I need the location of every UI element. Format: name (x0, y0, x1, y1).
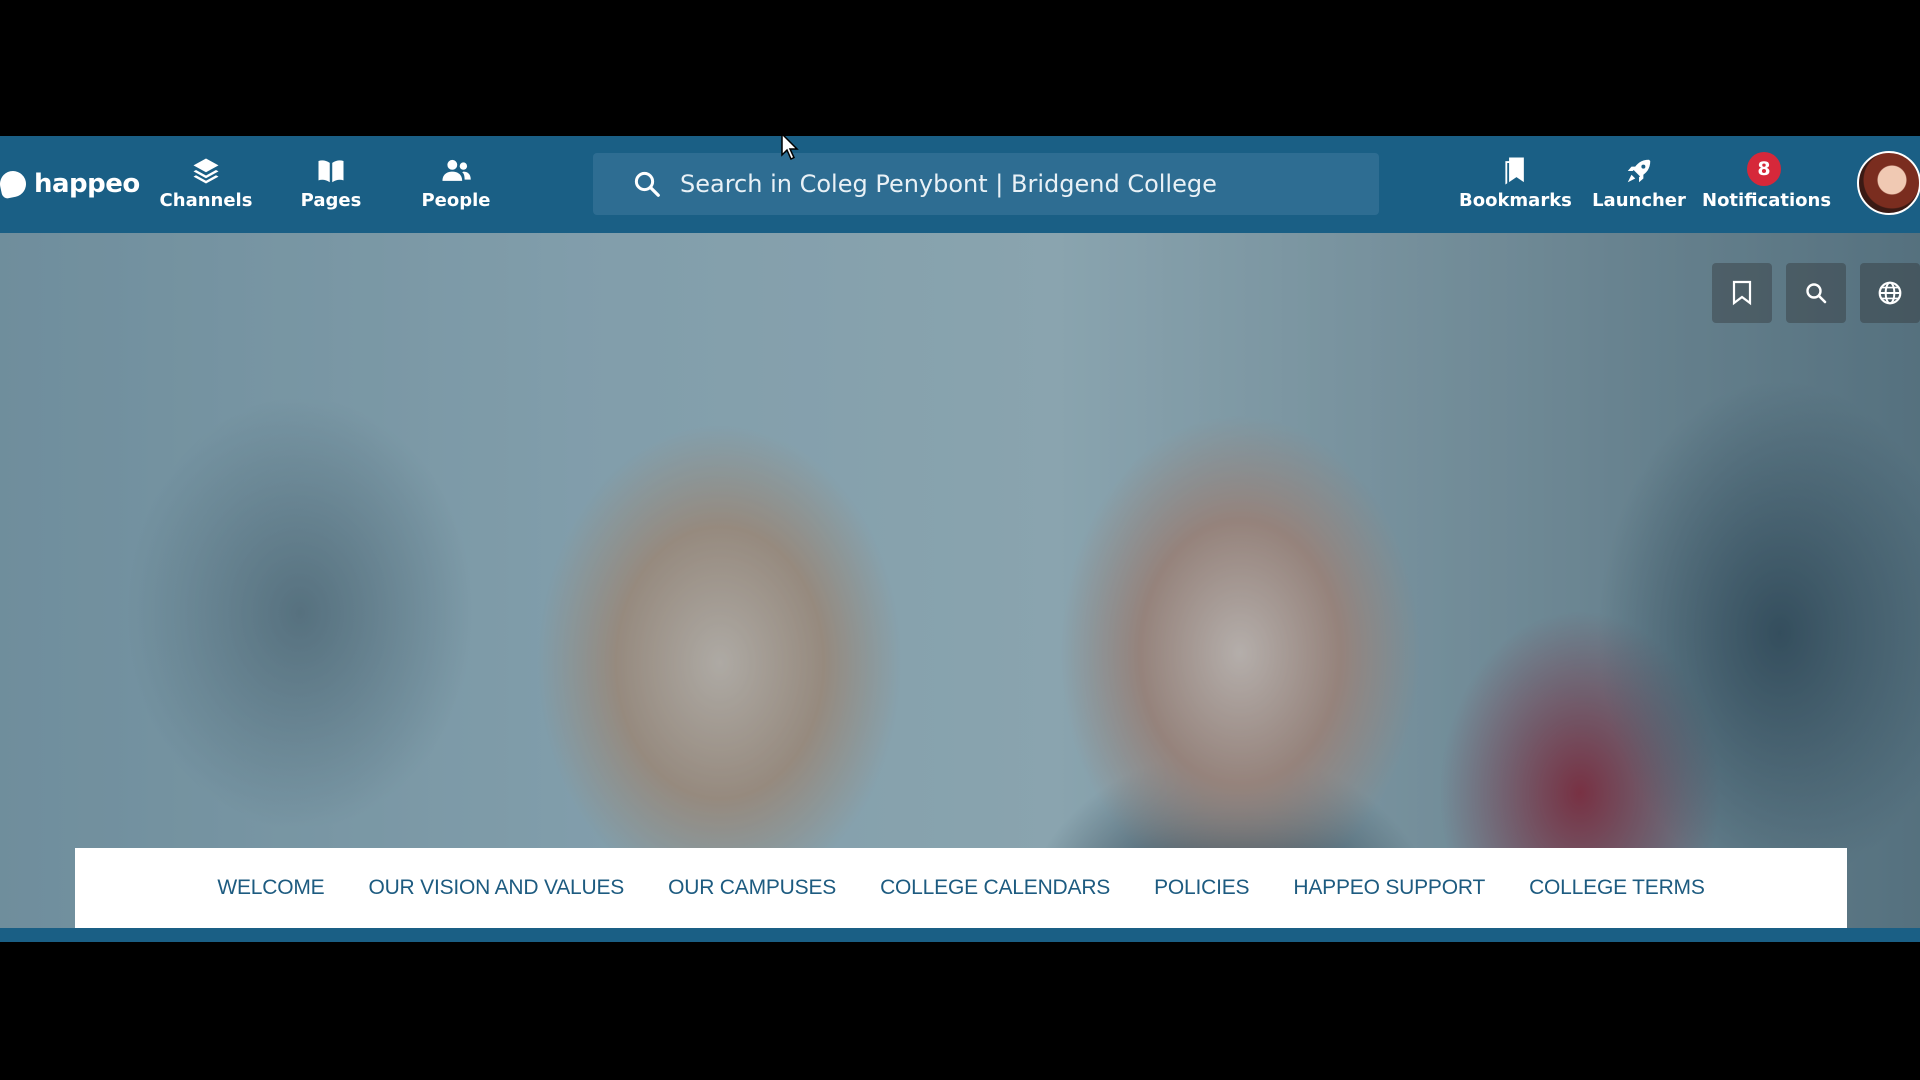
global-search[interactable] (593, 153, 1379, 215)
bookmark-icon (1732, 280, 1752, 306)
page-sub-navigation: WELCOME OUR VISION AND VALUES OUR CAMPUS… (75, 848, 1847, 928)
notifications-icon-area: 8 (1702, 152, 1826, 188)
search-icon (1806, 283, 1827, 304)
top-navigation-bar: happeo Channels Pages People Search in C… (0, 136, 1920, 233)
user-avatar[interactable] (1857, 151, 1920, 215)
hero-banner-image (0, 233, 1920, 930)
logo-text: happeo (34, 169, 140, 199)
bookmark-page-button[interactable] (1712, 263, 1772, 323)
nav-people[interactable]: People (401, 154, 511, 218)
search-input[interactable] (678, 163, 1379, 205)
submenu-our-vision-and-values[interactable]: OUR VISION AND VALUES (346, 876, 646, 900)
notifications-count-badge: 8 (1747, 152, 1781, 186)
submenu-happeo-support[interactable]: HAPPEO SUPPORT (1271, 876, 1507, 900)
nav-bookmarks-label: Bookmarks (1459, 190, 1572, 211)
nav-people-label: People (421, 190, 491, 211)
submenu-college-calendars[interactable]: COLLEGE CALENDARS (858, 876, 1132, 900)
happeo-logo-mark-icon (0, 168, 29, 200)
nav-notifications[interactable]: 8 Notifications (1702, 152, 1832, 218)
language-button[interactable] (1860, 263, 1920, 323)
happeo-logo[interactable]: happeo (0, 164, 140, 204)
nav-bookmarks[interactable]: Bookmarks (1459, 154, 1572, 218)
nav-channels-label: Channels (159, 190, 253, 211)
nav-notifications-label: Notifications (1702, 190, 1832, 211)
submenu-college-terms[interactable]: COLLEGE TERMS (1507, 876, 1727, 900)
submenu-our-campuses[interactable]: OUR CAMPUSES (646, 876, 858, 900)
globe-icon (1878, 281, 1902, 305)
nav-channels[interactable]: Channels (151, 154, 261, 218)
nav-pages-label: Pages (300, 190, 362, 211)
open-book-icon (276, 154, 386, 188)
submenu-welcome[interactable]: WELCOME (195, 876, 346, 900)
nav-launcher-label: Launcher (1592, 190, 1686, 211)
layers-icon (151, 154, 261, 188)
nav-launcher[interactable]: Launcher (1584, 154, 1694, 218)
submenu-policies[interactable]: POLICIES (1132, 876, 1271, 900)
nav-pages[interactable]: Pages (276, 154, 386, 218)
search-icon (630, 167, 664, 201)
screen: happeo Channels Pages People Search in C… (0, 0, 1920, 1080)
bookmarks-icon (1459, 154, 1569, 188)
page-tools (1712, 263, 1920, 323)
rocket-icon (1584, 154, 1694, 188)
people-icon (401, 154, 511, 188)
hero-bottom-strip (0, 928, 1920, 942)
search-page-button[interactable] (1786, 263, 1846, 323)
mouse-cursor-icon (781, 133, 799, 161)
